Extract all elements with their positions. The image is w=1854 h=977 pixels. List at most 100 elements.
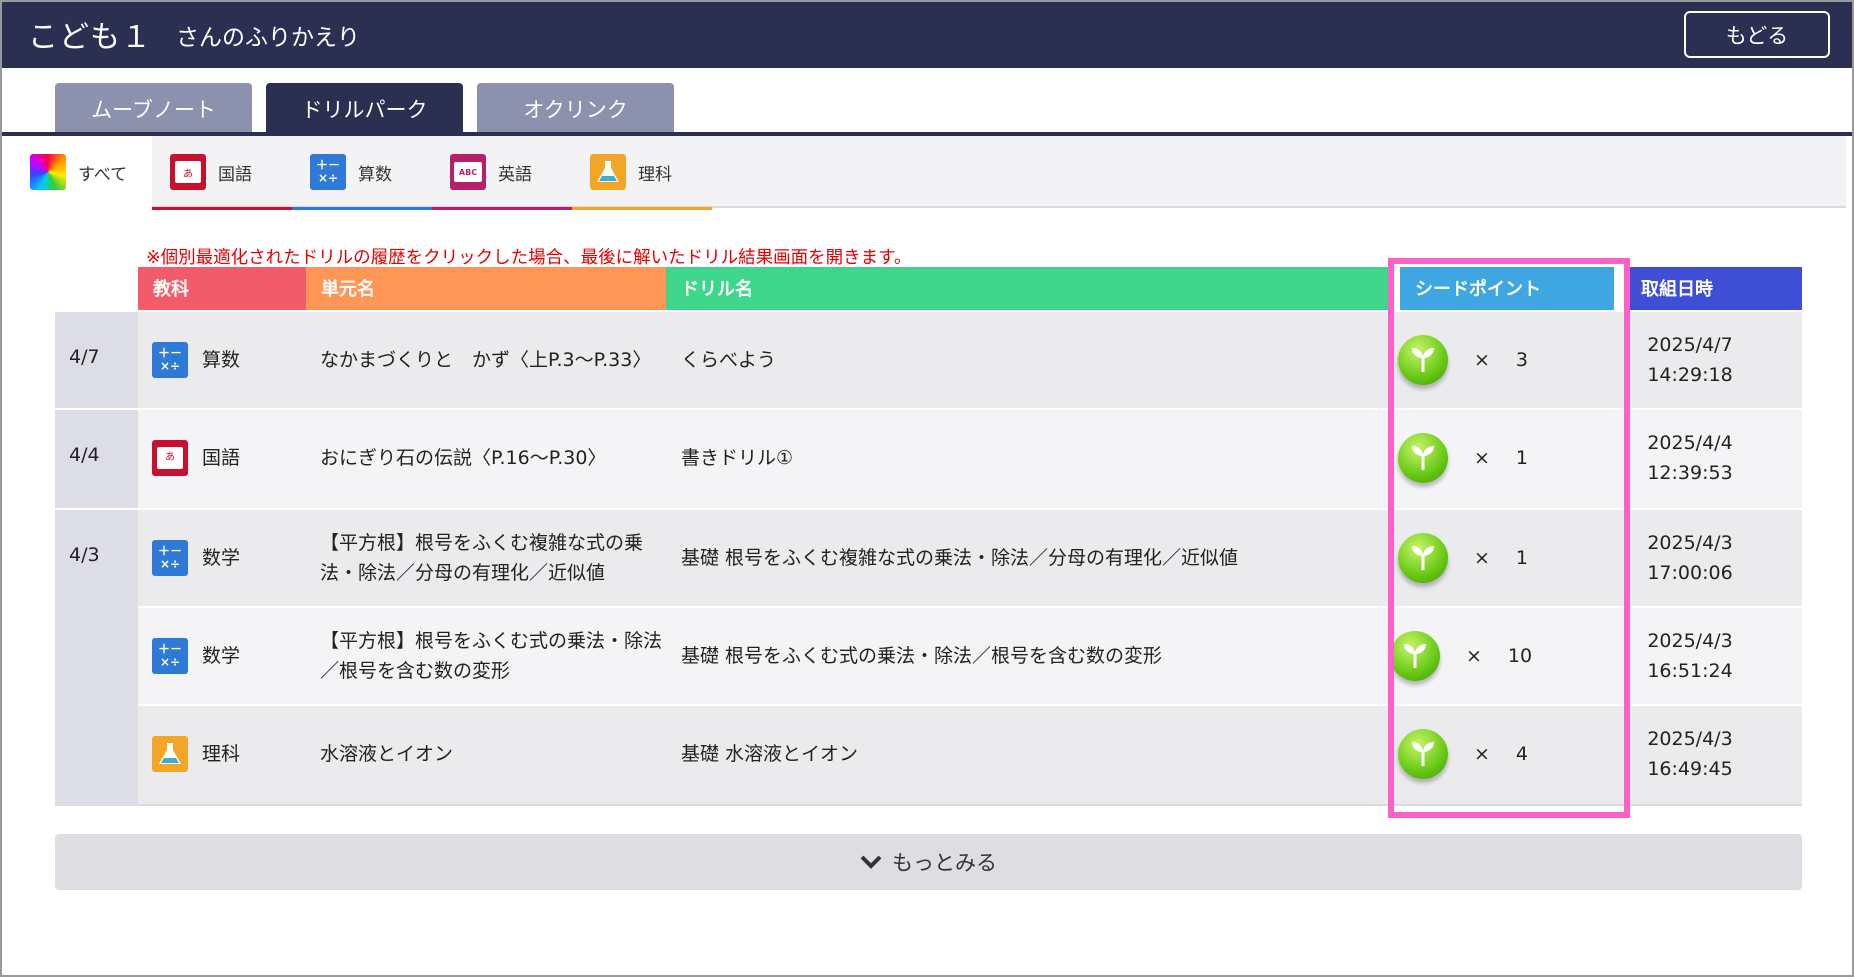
attempt-time: 12:39:53	[1647, 462, 1733, 484]
seed-count: 1	[1515, 447, 1529, 469]
attempt-date: 2025/4/7	[1647, 334, 1733, 356]
sprout-icon	[1398, 433, 1448, 483]
unit-name: おにぎり石の伝説〈P.16～P.30〉	[320, 447, 607, 469]
chevron-down-icon	[860, 855, 882, 869]
multiply-sign: ×	[1466, 645, 1482, 667]
time-cell: 2025/4/3 17:00:06	[1578, 510, 1802, 606]
subject-name: 数学	[202, 645, 241, 667]
seed-points-cell: × 4	[1398, 706, 1598, 802]
show-more-button[interactable]: もっとみる	[55, 834, 1802, 890]
multiply-sign: ×	[1474, 447, 1490, 469]
seed-points-cell: × 10	[1390, 608, 1590, 704]
tab-movenote[interactable]: ムーブノート	[55, 83, 252, 134]
subject-tab-all[interactable]: すべて	[12, 136, 152, 208]
sprout-icon	[1398, 335, 1448, 385]
date-group: 4/3	[55, 510, 138, 806]
date-group: 4/7	[55, 312, 138, 410]
attempt-time: 17:00:06	[1647, 562, 1733, 584]
attempt-date: 2025/4/3	[1647, 728, 1733, 750]
attempt-date: 2025/4/3	[1647, 532, 1733, 554]
attempt-time: 16:49:45	[1647, 758, 1733, 780]
multiply-sign: ×	[1474, 743, 1490, 765]
sprout-icon	[1398, 533, 1448, 583]
time-cell: 2025/4/7 14:29:18	[1578, 312, 1802, 408]
attempt-time: 14:29:18	[1647, 364, 1733, 386]
app-header: こども１ さんのふりかえり もどる	[2, 2, 1852, 68]
header-seed-points: シードポイント	[1400, 267, 1614, 310]
subject-cell: ＋－ ×÷ 算数	[152, 312, 302, 408]
subject-tab-math[interactable]: ＋－ ×÷ 算数	[292, 136, 432, 210]
subject-tab-label: 国語	[218, 164, 252, 185]
table-row[interactable]: あ 国語 おにぎり石の伝説〈P.16～P.30〉 書きドリル① × 1 2025…	[138, 410, 1802, 510]
math-operators-icon: ＋－ ×÷	[152, 638, 188, 674]
drill-name: 書きドリル①	[681, 447, 794, 469]
japanese-book-icon: あ	[152, 440, 188, 476]
unit-name: 水溶液とイオン	[320, 743, 454, 765]
subject-underline	[432, 207, 572, 210]
tab-drillpark[interactable]: ドリルパーク	[266, 83, 463, 134]
subject-tab-label: 算数	[358, 164, 392, 185]
subject-name: 算数	[202, 349, 241, 371]
unit-name: 【平方根】根号をふくむ式の乗法・除法／根号を含む数の変形	[320, 630, 663, 682]
seed-count: 4	[1515, 743, 1529, 765]
english-abc-icon: ABC	[450, 154, 486, 190]
header-subject: 教科	[138, 267, 306, 310]
unit-name: なかまづくりと かず〈上P.3～P.33〉	[320, 349, 652, 371]
table-header: 教科 単元名 ドリル名 シードポイント 取組日時	[2, 267, 1852, 310]
subject-underline	[152, 207, 292, 210]
seed-count: 3	[1515, 349, 1529, 371]
subject-tab-label: 理科	[638, 164, 672, 185]
subject-tab-science[interactable]: 理科	[572, 136, 712, 210]
page-title: さんのふりかえり	[176, 25, 360, 51]
seed-count: 10	[1507, 645, 1533, 667]
drill-name: 基礎 根号をふくむ式の乗法・除法／根号を含む数の変形	[681, 645, 1163, 667]
date-group: 4/4	[55, 410, 138, 510]
table-row[interactable]: ＋－ ×÷ 算数 なかまづくりと かず〈上P.3～P.33〉 くらべよう × 3 …	[138, 312, 1802, 410]
time-cell: 2025/4/3 16:51:24	[1578, 608, 1802, 704]
japanese-book-icon: あ	[170, 154, 206, 190]
subject-tab-japanese[interactable]: あ 国語	[152, 136, 292, 210]
subject-tab-label: すべて	[78, 164, 128, 185]
subject-underline	[572, 207, 712, 210]
time-cell: 2025/4/3 16:49:45	[1578, 706, 1802, 802]
subject-cell: ＋－ ×÷ 数学	[152, 608, 302, 704]
subject-name: 国語	[202, 447, 241, 469]
table-row[interactable]: ＋－ ×÷ 数学 【平方根】根号をふくむ複雑な式の乗法・除法／分母の有理化／近似値…	[138, 510, 1802, 608]
header-unit: 単元名	[306, 267, 666, 310]
subject-cell: あ 国語	[152, 410, 302, 506]
table-row[interactable]: ＋－ ×÷ 数学 【平方根】根号をふくむ式の乗法・除法／根号を含む数の変形 基礎 …	[138, 608, 1802, 706]
subject-tab-label: 英語	[498, 164, 532, 185]
app-frame: こども１ さんのふりかえり もどる ムーブノート ドリルパーク オクリンク すべ…	[0, 0, 1854, 977]
attempt-date: 2025/4/3	[1647, 630, 1733, 652]
main-tabs: ムーブノート ドリルパーク オクリンク	[2, 68, 1852, 134]
math-operators-icon: ＋－ ×÷	[152, 540, 188, 576]
math-operators-icon: ＋－ ×÷	[152, 342, 188, 378]
multiply-sign: ×	[1474, 547, 1490, 569]
subject-cell: 理科	[152, 706, 302, 802]
drill-name: くらべよう	[681, 349, 777, 371]
seed-count: 1	[1515, 547, 1529, 569]
subject-tab-english[interactable]: ABC 英語	[432, 136, 572, 210]
drill-name: 基礎 根号をふくむ複雑な式の乗法・除法／分母の有理化／近似値	[681, 547, 1239, 569]
table-row[interactable]: 理科 水溶液とイオン 基礎 水溶液とイオン × 4 2025/4/3 16:49:…	[138, 706, 1802, 806]
rainbow-icon	[30, 154, 66, 190]
child-name: こども１	[28, 20, 152, 55]
seed-points-cell: × 1	[1398, 410, 1598, 506]
subject-cell: ＋－ ×÷ 数学	[152, 510, 302, 606]
science-flask-icon	[152, 736, 188, 772]
sprout-icon	[1390, 631, 1440, 681]
subject-tabs: すべて あ 国語 ＋－ ×÷ 算数 ABC 英語 理科	[12, 136, 1846, 210]
drill-name: 基礎 水溶液とイオン	[681, 743, 859, 765]
sprout-icon	[1398, 729, 1448, 779]
seed-points-cell: × 3	[1398, 312, 1598, 408]
back-button[interactable]: もどる	[1684, 11, 1830, 58]
header-time: 取組日時	[1626, 267, 1802, 310]
tab-okulink[interactable]: オクリンク	[477, 83, 674, 134]
time-cell: 2025/4/4 12:39:53	[1578, 410, 1802, 506]
multiply-sign: ×	[1474, 349, 1490, 371]
subject-name: 理科	[202, 743, 241, 765]
header-drill: ドリル名	[666, 267, 1388, 310]
science-flask-icon	[590, 154, 626, 190]
unit-name: 【平方根】根号をふくむ複雑な式の乗法・除法／分母の有理化／近似値	[320, 532, 644, 584]
subject-underline	[292, 207, 432, 210]
